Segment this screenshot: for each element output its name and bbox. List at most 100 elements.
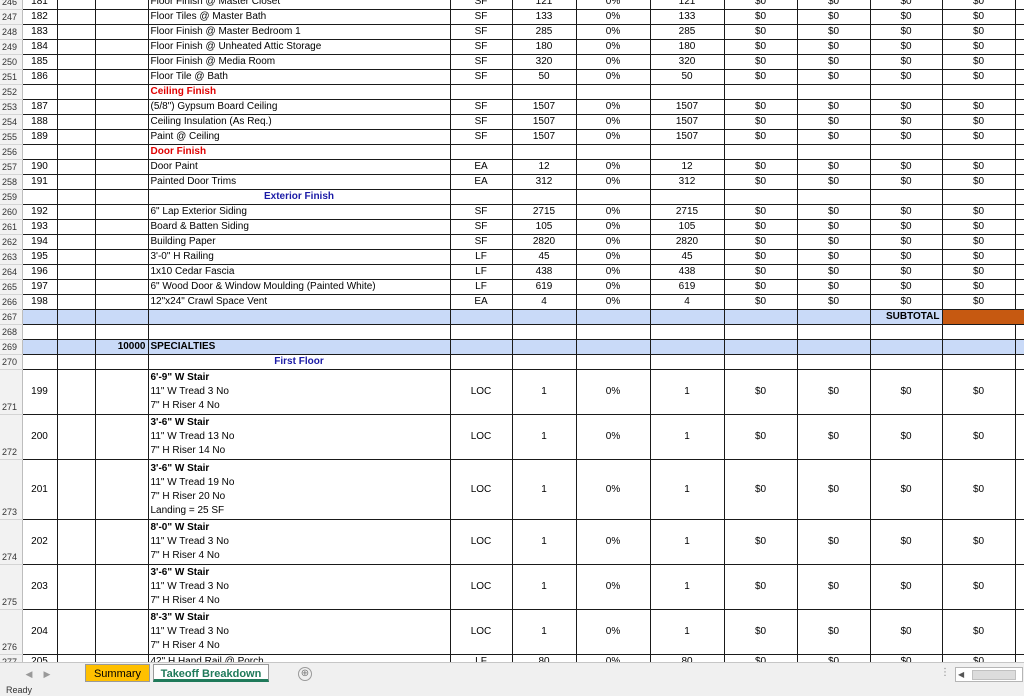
item-number-cell[interactable]: 198 bbox=[21, 294, 58, 310]
blank-cell[interactable] bbox=[94, 9, 149, 25]
blank-cell[interactable] bbox=[94, 69, 149, 85]
cost-cell[interactable]: $0 bbox=[941, 159, 1016, 175]
blank-cell[interactable] bbox=[56, 654, 96, 662]
quantity-cell[interactable]: 1 bbox=[511, 414, 577, 460]
add-sheet-icon[interactable]: ⊕ bbox=[298, 667, 312, 681]
blank-cell[interactable] bbox=[1014, 9, 1024, 25]
blank-cell[interactable] bbox=[56, 564, 96, 610]
scroll-left-arrow-icon[interactable]: ◀ bbox=[958, 668, 964, 681]
total-quantity-cell[interactable]: 4 bbox=[649, 294, 725, 310]
row-header[interactable]: 265 bbox=[0, 279, 23, 295]
cost-cell[interactable]: $0 bbox=[723, 519, 798, 565]
cost-cell[interactable]: $0 bbox=[723, 69, 798, 85]
description-cell[interactable]: (5/8") Gypsum Board Ceiling bbox=[147, 99, 451, 115]
spreadsheet-grid[interactable]: 246 181 Floor Finish @ Master Closet SF 121 0… bbox=[0, 0, 1024, 662]
cost-cell[interactable]: $0 bbox=[869, 414, 943, 460]
band-cell[interactable] bbox=[21, 339, 58, 355]
blank-cell[interactable] bbox=[94, 144, 149, 160]
band-cell[interactable] bbox=[941, 339, 1016, 355]
blank-cell[interactable] bbox=[1014, 324, 1024, 340]
blank-cell[interactable] bbox=[1014, 189, 1024, 205]
waste-cell[interactable]: 0% bbox=[575, 264, 651, 280]
cost-cell[interactable]: $0 bbox=[869, 9, 943, 25]
blank-cell[interactable] bbox=[449, 189, 513, 205]
cost-cell[interactable]: $0 bbox=[869, 294, 943, 310]
waste-cell[interactable]: 0% bbox=[575, 0, 651, 10]
blank-cell[interactable] bbox=[1014, 99, 1024, 115]
band-cell[interactable] bbox=[449, 339, 513, 355]
cost-cell[interactable]: $0 bbox=[723, 249, 798, 265]
row-header[interactable]: 259 bbox=[0, 189, 23, 205]
unit-cell[interactable]: LOC bbox=[449, 564, 513, 610]
quantity-cell[interactable]: 12 bbox=[511, 159, 577, 175]
tab-takeoff-breakdown[interactable]: Takeoff Breakdown bbox=[153, 664, 269, 682]
waste-cell[interactable]: 0% bbox=[575, 159, 651, 175]
description-cell[interactable]: 42" H Hand Rail @ Porch bbox=[147, 654, 451, 662]
blank-cell[interactable] bbox=[511, 324, 577, 340]
blank-cell[interactable] bbox=[94, 354, 149, 370]
cost-cell[interactable]: $0 bbox=[869, 519, 943, 565]
blank-cell[interactable] bbox=[575, 354, 651, 370]
section-heading[interactable]: Door Finish bbox=[147, 144, 451, 160]
subtotal-label[interactable]: SUBTOTAL bbox=[869, 309, 943, 325]
blank-cell[interactable] bbox=[56, 459, 96, 520]
description-cell[interactable]: 1x10 Cedar Fascia bbox=[147, 264, 451, 280]
blank-cell[interactable] bbox=[56, 609, 96, 655]
waste-cell[interactable]: 0% bbox=[575, 204, 651, 220]
quantity-cell[interactable]: 80 bbox=[511, 654, 577, 662]
blank-cell[interactable] bbox=[1014, 564, 1024, 610]
cost-cell[interactable]: $0 bbox=[723, 54, 798, 70]
description-cell[interactable]: 3'-6" W Stair 11" W Tread 19 No 7" H Riser… bbox=[147, 459, 451, 520]
description-cell[interactable]: Floor Finish @ Master Closet bbox=[147, 0, 451, 10]
item-number-cell[interactable]: 187 bbox=[21, 99, 58, 115]
blank-cell[interactable] bbox=[94, 84, 149, 100]
blank-cell[interactable] bbox=[649, 189, 725, 205]
blank-cell[interactable] bbox=[94, 369, 149, 415]
item-number-cell[interactable]: 199 bbox=[21, 369, 58, 415]
total-quantity-cell[interactable]: 1 bbox=[649, 459, 725, 520]
blank-cell[interactable] bbox=[1014, 0, 1024, 10]
waste-cell[interactable]: 0% bbox=[575, 294, 651, 310]
waste-cell[interactable]: 0% bbox=[575, 369, 651, 415]
item-number-cell[interactable]: 194 bbox=[21, 234, 58, 250]
blank-cell[interactable] bbox=[449, 144, 513, 160]
row-header[interactable]: 256 bbox=[0, 144, 23, 160]
row-header[interactable]: 258 bbox=[0, 174, 23, 190]
blank-cell[interactable] bbox=[575, 144, 651, 160]
cost-cell[interactable]: $0 bbox=[796, 609, 871, 655]
total-quantity-cell[interactable]: 133 bbox=[649, 9, 725, 25]
unit-cell[interactable]: SF bbox=[449, 0, 513, 10]
total-quantity-cell[interactable]: 285 bbox=[649, 24, 725, 40]
cost-cell[interactable]: $0 bbox=[869, 264, 943, 280]
unit-cell[interactable]: LOC bbox=[449, 609, 513, 655]
cost-cell[interactable]: $0 bbox=[723, 99, 798, 115]
row-header[interactable]: 274 bbox=[0, 519, 23, 565]
blank-cell[interactable] bbox=[941, 354, 1016, 370]
description-cell[interactable]: Board & Batten Siding bbox=[147, 219, 451, 235]
blank-cell[interactable] bbox=[449, 354, 513, 370]
cost-cell[interactable]: $0 bbox=[723, 414, 798, 460]
quantity-cell[interactable]: 1 bbox=[511, 609, 577, 655]
cost-cell[interactable]: $0 bbox=[869, 24, 943, 40]
unit-cell[interactable]: LF bbox=[449, 264, 513, 280]
cost-cell[interactable]: $0 bbox=[796, 114, 871, 130]
blank-cell[interactable] bbox=[94, 189, 149, 205]
waste-cell[interactable]: 0% bbox=[575, 609, 651, 655]
blank-cell[interactable] bbox=[94, 204, 149, 220]
blank-cell[interactable] bbox=[649, 324, 725, 340]
blank-cell[interactable] bbox=[1014, 39, 1024, 55]
unit-cell[interactable]: LOC bbox=[449, 459, 513, 520]
cost-cell[interactable]: $0 bbox=[796, 519, 871, 565]
cost-cell[interactable]: $0 bbox=[941, 24, 1016, 40]
row-header[interactable]: 250 bbox=[0, 54, 23, 70]
unit-cell[interactable]: EA bbox=[449, 174, 513, 190]
band-cell[interactable] bbox=[723, 309, 798, 325]
blank-cell[interactable] bbox=[723, 144, 798, 160]
blank-cell[interactable] bbox=[1014, 519, 1024, 565]
description-cell[interactable]: 6" Lap Exterior Siding bbox=[147, 204, 451, 220]
band-cell[interactable] bbox=[1014, 339, 1024, 355]
cost-cell[interactable]: $0 bbox=[796, 459, 871, 520]
blank-cell[interactable] bbox=[723, 324, 798, 340]
blank-cell[interactable] bbox=[1014, 54, 1024, 70]
blank-cell[interactable] bbox=[56, 219, 96, 235]
